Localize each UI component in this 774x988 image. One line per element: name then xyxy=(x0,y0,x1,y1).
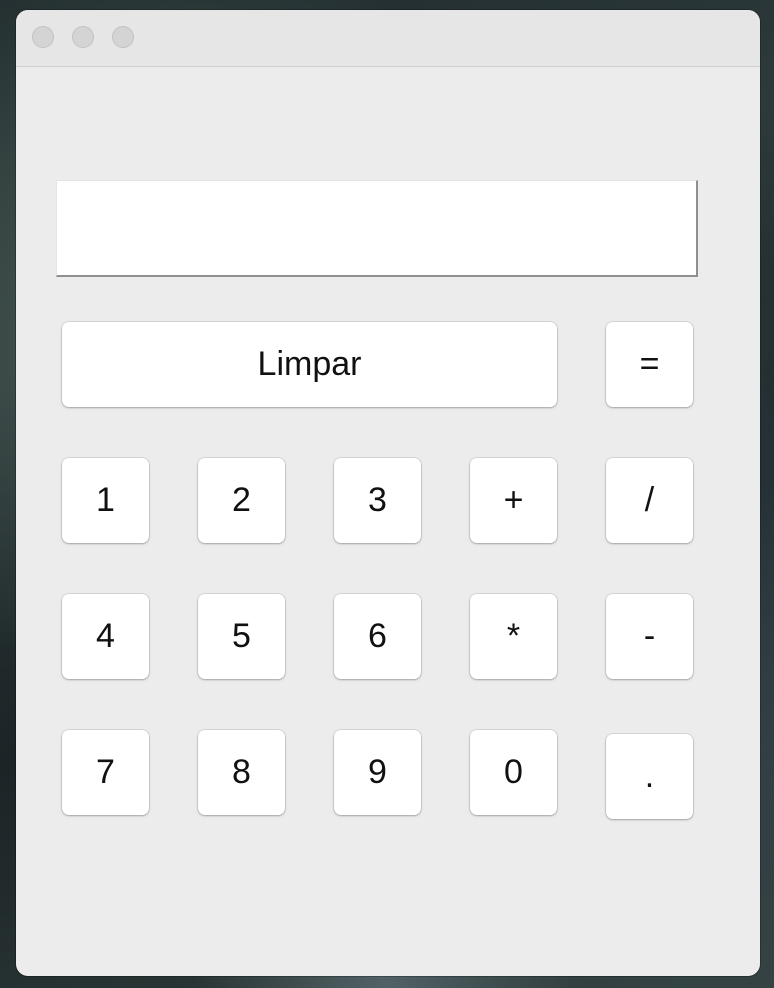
digit-4-button[interactable]: 4 xyxy=(62,594,149,679)
window-maximize-button[interactable] xyxy=(112,26,134,48)
window-minimize-button[interactable] xyxy=(72,26,94,48)
digit-7-button[interactable]: 7 xyxy=(62,730,149,815)
digit-5-button[interactable]: 5 xyxy=(198,594,285,679)
digit-0-button[interactable]: 0 xyxy=(470,730,557,815)
window-close-button[interactable] xyxy=(32,26,54,48)
clear-button[interactable]: Limpar xyxy=(62,322,557,407)
divide-button[interactable]: / xyxy=(606,458,693,543)
digit-8-button[interactable]: 8 xyxy=(198,730,285,815)
equals-button[interactable]: = xyxy=(606,322,693,407)
plus-button[interactable]: + xyxy=(470,458,557,543)
decimal-point-button[interactable]: . xyxy=(606,734,693,819)
multiply-button[interactable]: * xyxy=(470,594,557,679)
minus-button[interactable]: - xyxy=(606,594,693,679)
digit-1-button[interactable]: 1 xyxy=(62,458,149,543)
title-bar[interactable] xyxy=(16,10,760,67)
calculator-window: Limpar = 1 2 3 + / 4 5 6 * - 7 8 9 0 . xyxy=(16,10,760,976)
digit-3-button[interactable]: 3 xyxy=(334,458,421,543)
calculator-display[interactable] xyxy=(56,180,698,277)
digit-2-button[interactable]: 2 xyxy=(198,458,285,543)
digit-6-button[interactable]: 6 xyxy=(334,594,421,679)
digit-9-button[interactable]: 9 xyxy=(334,730,421,815)
